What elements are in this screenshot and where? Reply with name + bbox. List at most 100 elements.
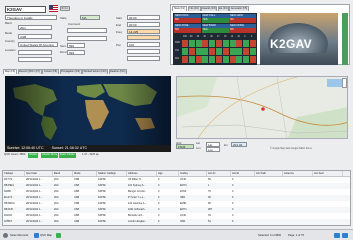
world-map[interactable] — [5, 76, 171, 145]
lower-tab-0[interactable]: Map (F6) — [3, 69, 17, 74]
column-header-3[interactable]: Mode — [73, 171, 97, 176]
km-label: km — [224, 143, 228, 147]
band-cell-1-4 — [209, 48, 216, 55]
band-cell-0-8 — [236, 40, 243, 47]
band-label-4: 20 — [210, 36, 213, 38]
column-header-0[interactable]: Callsign — [3, 171, 25, 176]
column-header-7[interactable]: Gridsq — [179, 171, 207, 176]
column-header-9[interactable]: Ant El — [231, 171, 255, 176]
table-cell: K4PSF — [98, 220, 106, 223]
country-select[interactable]: United States Of America — [18, 42, 58, 47]
lower-tab-5[interactable]: Weather (F11) — [108, 69, 127, 74]
band-select[interactable]: 20m — [18, 25, 52, 30]
band-cell-1-5 — [216, 48, 222, 55]
table-cell: 20m — [54, 220, 59, 223]
prev-page-button[interactable] — [334, 233, 340, 238]
band-label-0: 160 — [183, 36, 187, 38]
band-cell-0-1 — [188, 40, 195, 47]
summary-tab-1[interactable]: Info (F2) — [187, 6, 201, 11]
end-time-input[interactable]: 00:00 — [127, 22, 160, 27]
freq-label: Freq — [116, 29, 122, 34]
summary-tab-2[interactable]: Awards (F3) — [201, 6, 217, 11]
end-label: End — [116, 22, 121, 27]
status-value-4: YES — [201, 28, 229, 33]
stats-block: NEW DXCC NO NEW CALL YES NEW GRID NO NEW ZONE N… — [173, 13, 257, 65]
cluster-badge[interactable]: Cluster — [28, 153, 38, 158]
band-label-5: 17 — [217, 36, 220, 38]
table-cell: 0 — [158, 220, 160, 223]
location-input-2[interactable] — [18, 57, 52, 62]
column-header-10[interactable]: Ant Path — [255, 171, 283, 176]
freq-input[interactable]: 14.225 — [127, 29, 160, 34]
exact-cluster-badge[interactable]: Exact Cluster — [59, 153, 76, 158]
km-input[interactable]: 201.34 — [231, 142, 247, 147]
dxcc-button[interactable]: DXCC — [60, 6, 70, 11]
cluster-serve-badge[interactable]: Cluster-Serve — [41, 153, 59, 158]
column-header-2[interactable]: Band — [53, 171, 73, 176]
column-header-11[interactable]: Antenna — [283, 171, 313, 176]
column-header-6[interactable]: Age — [157, 171, 179, 176]
location-input[interactable] — [18, 50, 52, 55]
band-cell-2-10 — [250, 56, 256, 63]
start-label: Start — [116, 15, 122, 20]
map-zoom-controls[interactable] — [342, 78, 347, 88]
band-cell-1-1 — [188, 48, 195, 55]
freq-aux-input[interactable] — [127, 35, 160, 40]
column-header-1[interactable]: Qso Date — [25, 171, 53, 176]
summary-tab-4[interactable]: Generator (F5) — [229, 6, 249, 11]
comment-input-2[interactable] — [67, 36, 107, 41]
band-cell-1-0 — [182, 48, 188, 55]
side-stripe — [342, 13, 348, 65]
table-cell: G7BKT — [4, 220, 13, 223]
road-map[interactable] — [176, 76, 348, 139]
table-cell: USB — [74, 220, 80, 223]
qso-map-label[interactable]: QSO Map — [40, 234, 52, 237]
next-page-button[interactable] — [342, 233, 348, 238]
mode-select[interactable]: USB — [18, 34, 52, 39]
qso-map-icon[interactable] — [34, 233, 39, 238]
band-cell-2-3 — [202, 56, 209, 63]
band-cell-0-2 — [195, 40, 202, 47]
qso-table[interactable]: Callsign Qso Date Band Mode Station Callsign… — [2, 170, 351, 226]
lower-tab-4[interactable]: Worked before (F10) — [82, 69, 108, 74]
settings-icon[interactable] — [3, 233, 8, 238]
location-label: Location — [5, 48, 16, 52]
extra-input[interactable] — [127, 49, 160, 54]
start-time-input[interactable]: 00:00 — [127, 15, 160, 20]
power-input[interactable]: 100 — [127, 42, 160, 47]
extra-input-2[interactable] — [127, 56, 160, 61]
status-value-2: NO — [229, 18, 256, 23]
band-cell-0-0 — [182, 40, 188, 47]
table-row[interactable]: G7BKT 28/11/2024 1... 20m USB K4PSF London En… — [3, 219, 350, 225]
summary-tab-3[interactable]: Sat (F4) — [217, 6, 229, 11]
rst-rcvd-input[interactable]: 599 — [67, 50, 85, 55]
lower-tab-1[interactable]: Recent QSO's (F7) — [17, 69, 42, 74]
column-header-12[interactable]: Ant Sect — [313, 171, 343, 176]
summary-tab-0[interactable]: Stats (F1) — [172, 6, 187, 11]
band-cell-2-8 — [236, 56, 243, 63]
rst-sent-input[interactable]: 599 — [67, 43, 85, 48]
status-value-5: NO — [229, 28, 256, 33]
summary-panel: Stats (F1) Info (F2) Awards (F3) Sat (F4) Ge… — [170, 4, 350, 65]
column-header-5[interactable]: Address — [127, 171, 157, 176]
qso-count: QSO Count: 3800 — [4, 153, 26, 156]
rst-rcvd-label: Rcvd — [60, 50, 67, 54]
state-input[interactable]: MA — [80, 15, 100, 20]
export-icon[interactable] — [56, 233, 61, 238]
station-name-input[interactable]: Theodore in Ingalls — [5, 15, 57, 20]
footer-bar: Select Records QSO Map Selected: 0 of 38… — [0, 229, 353, 240]
column-header-4[interactable]: Station Callsign — [97, 171, 127, 176]
lower-tab-2[interactable]: Cluster (F8) — [42, 69, 59, 74]
band-cell-1-6 — [222, 48, 229, 55]
column-header-8[interactable]: Ant Az — [207, 171, 231, 176]
status-value-3: NO — [174, 28, 201, 33]
lower-tab-3[interactable]: Propagation (F9) — [59, 69, 82, 74]
grid-input[interactable]: FN43 — [176, 144, 194, 149]
select-records-label[interactable]: Select Records — [10, 234, 28, 237]
callsign-input[interactable]: K2GAV — [5, 6, 46, 13]
selected-count: Selected: 0 of 3800 — [258, 233, 282, 237]
comment-input[interactable] — [67, 28, 107, 33]
table-cell — [313, 219, 343, 225]
band-label-8: 10 — [237, 36, 240, 38]
sunrise-text: Sunrise: 12:06:40 UTC — [7, 146, 44, 150]
